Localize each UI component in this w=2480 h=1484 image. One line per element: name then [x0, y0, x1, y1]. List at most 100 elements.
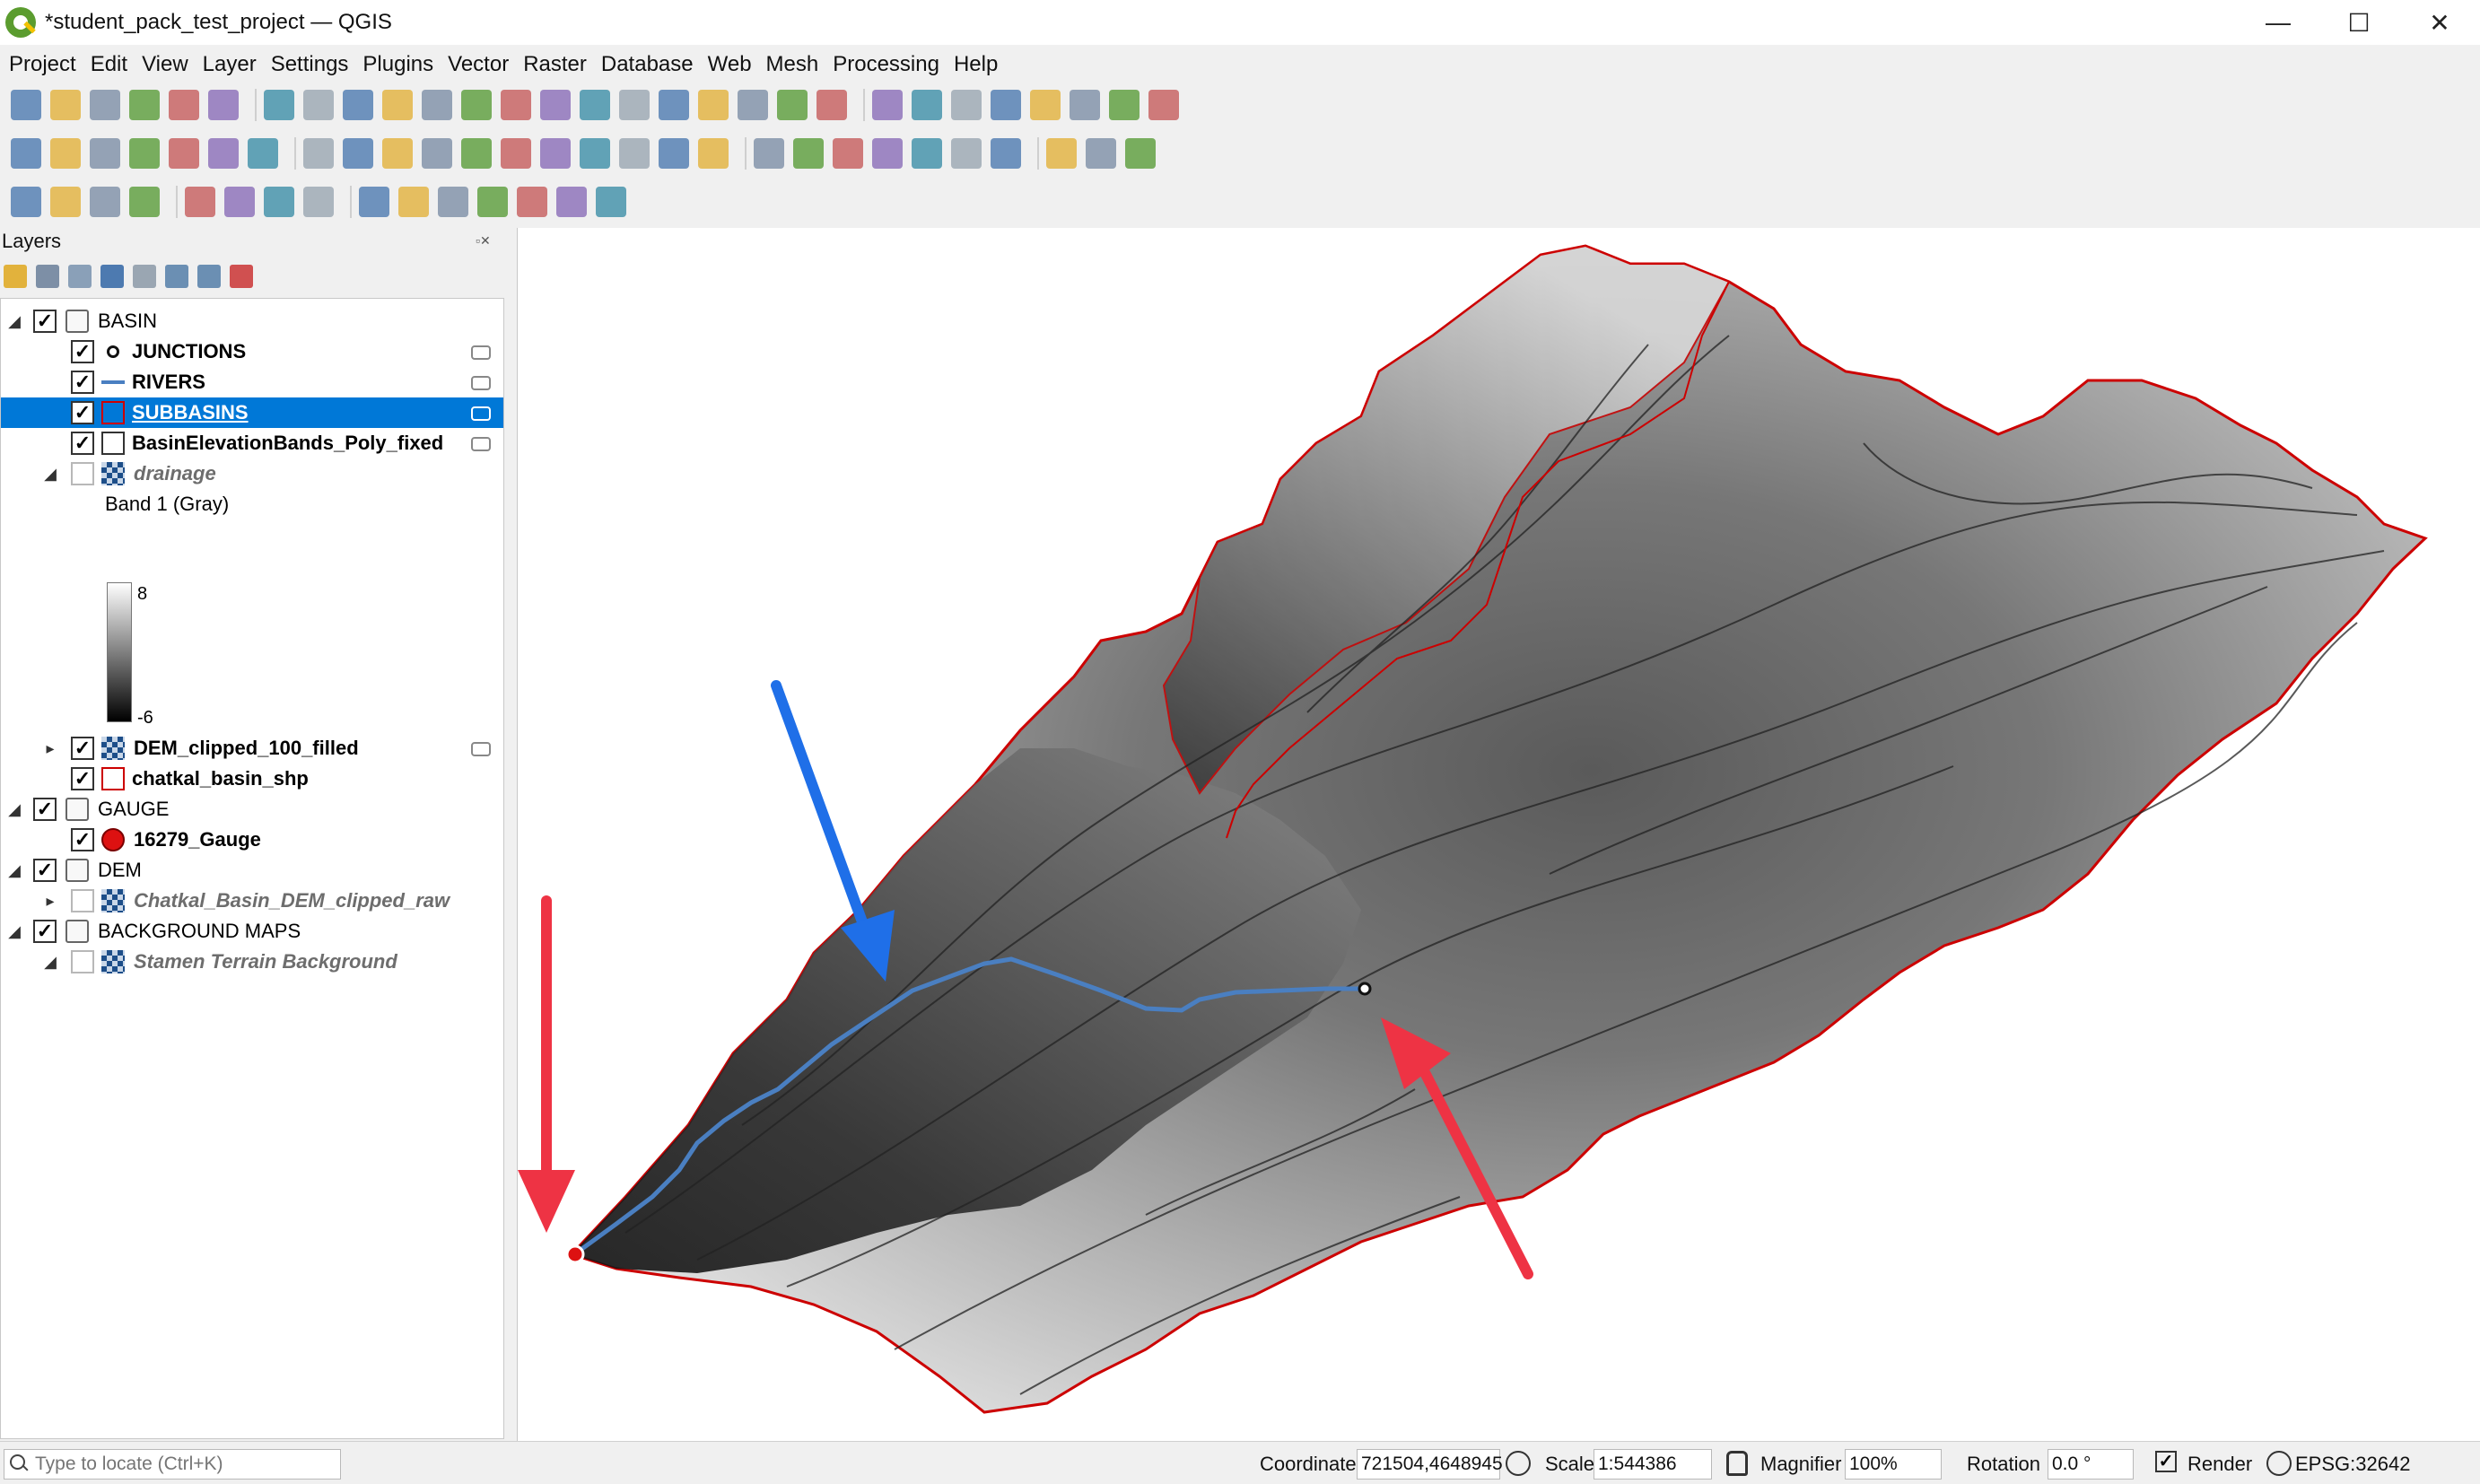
globe-icon[interactable]	[1046, 138, 1077, 169]
menu-layer[interactable]: Layer	[203, 52, 257, 77]
field-calc-icon[interactable]	[1030, 90, 1061, 120]
reshape-icon[interactable]	[303, 187, 334, 217]
collapse-arrow-icon[interactable]: ◢	[4, 922, 24, 941]
help-icon[interactable]	[1125, 138, 1156, 169]
text-tool-icon[interactable]	[596, 187, 626, 217]
new-project-icon[interactable]	[11, 90, 41, 120]
layer-drainage[interactable]: ◢ drainage	[1, 458, 503, 489]
select-freehand-icon[interactable]	[477, 187, 508, 217]
open-project-icon[interactable]	[50, 90, 81, 120]
filter-expression-icon[interactable]	[133, 265, 156, 288]
layer-checkbox[interactable]: ✓	[71, 340, 94, 363]
pan-to-selection-icon[interactable]	[303, 90, 334, 120]
layer-rivers[interactable]: ✓ RIVERS	[1, 367, 503, 397]
statistics-sum-icon[interactable]	[991, 90, 1021, 120]
layer-group-gauge[interactable]: ◢ ✓ GAUGE	[1, 794, 503, 825]
digitize-icon[interactable]	[129, 138, 160, 169]
temporal-icon[interactable]	[698, 90, 729, 120]
locator-input[interactable]	[35, 1453, 331, 1475]
map-tips-icon[interactable]	[1109, 90, 1140, 120]
undo-icon[interactable]	[659, 138, 689, 169]
add-grid-icon[interactable]	[208, 138, 239, 169]
expand-arrow-icon[interactable]: ▸	[40, 892, 60, 911]
collapse-all-icon[interactable]	[197, 265, 221, 288]
layer-chatkal-basin[interactable]: ✓ chatkal_basin_shp	[1, 764, 503, 794]
layer-checkbox[interactable]: ✓	[71, 432, 94, 455]
layer-elevation-bands[interactable]: ✓ BasinElevationBands_Poly_fixed	[1, 428, 503, 458]
collapse-arrow-icon[interactable]: ◢	[4, 800, 24, 819]
menu-database[interactable]: Database	[601, 52, 694, 77]
collapse-arrow-icon[interactable]: ◢	[4, 861, 24, 880]
add-wms-icon[interactable]	[248, 138, 278, 169]
map-canvas[interactable]	[517, 228, 2480, 1441]
menu-raster[interactable]: Raster	[523, 52, 587, 77]
layer-style-icon[interactable]	[4, 265, 27, 288]
paste-icon[interactable]	[619, 138, 650, 169]
layer-group-basin[interactable]: ◢ ✓ BASIN	[1, 306, 503, 336]
refresh-icon[interactable]	[816, 90, 847, 120]
save-as-icon[interactable]	[129, 90, 160, 120]
collapse-arrow-icon[interactable]: ◢	[40, 465, 60, 484]
layer-checkbox[interactable]: ✓	[33, 859, 57, 882]
select-polygon-icon[interactable]	[438, 187, 468, 217]
menu-mesh[interactable]: Mesh	[766, 52, 819, 77]
layer-indicator-icon[interactable]	[471, 345, 491, 360]
layer-group-dem[interactable]: ◢ ✓ DEM	[1, 855, 503, 886]
close-button[interactable]: ✕	[2399, 0, 2480, 45]
menu-plugins[interactable]: Plugins	[362, 52, 433, 77]
edit-pencil-icon[interactable]	[303, 138, 334, 169]
print-layout-icon[interactable]	[169, 90, 199, 120]
collapse-arrow-icon[interactable]: ◢	[4, 312, 24, 331]
add-vector-icon[interactable]	[50, 138, 81, 169]
new-map-view-icon[interactable]	[659, 90, 689, 120]
save-edits-icon[interactable]	[382, 138, 413, 169]
remove-layer-icon[interactable]	[230, 265, 253, 288]
menu-edit[interactable]: Edit	[91, 52, 127, 77]
add-to-selection-icon[interactable]	[129, 187, 160, 217]
menu-view[interactable]: View	[142, 52, 188, 77]
coordinate-toggle-icon[interactable]	[1506, 1451, 1531, 1476]
zoom-to-layer-icon[interactable]	[501, 90, 531, 120]
expand-arrow-icon[interactable]: ▸	[40, 739, 60, 758]
identify-icon[interactable]	[872, 90, 903, 120]
collapse-arrow-icon[interactable]: ◢	[40, 953, 60, 972]
panel-float-close-buttons[interactable]: ▫✕	[476, 233, 491, 249]
crs-label[interactable]: EPSG:32642	[2295, 1453, 2410, 1476]
minimize-button[interactable]: —	[2238, 0, 2318, 45]
messages-icon[interactable]	[2433, 1451, 2460, 1478]
menu-web[interactable]: Web	[708, 52, 752, 77]
label-pin-icon[interactable]	[793, 138, 824, 169]
manage-themes-icon[interactable]	[68, 265, 92, 288]
menu-processing[interactable]: Processing	[833, 52, 939, 77]
add-text-icon[interactable]	[556, 187, 587, 217]
layer-subbasins-selected[interactable]: ✓ SUBBASINS	[1, 397, 503, 428]
layer-checkbox[interactable]	[71, 462, 94, 485]
select-features-icon[interactable]	[11, 187, 41, 217]
menu-project[interactable]: Project	[9, 52, 76, 77]
menu-settings[interactable]: Settings	[271, 52, 349, 77]
menu-help[interactable]: Help	[954, 52, 998, 77]
zoom-to-selection-icon[interactable]	[461, 90, 492, 120]
layer-group-background[interactable]: ◢ ✓ BACKGROUND MAPS	[1, 916, 503, 947]
label-change-icon[interactable]	[951, 138, 982, 169]
layer-checkbox[interactable]	[71, 950, 94, 973]
zoom-native-icon[interactable]	[540, 90, 571, 120]
coordinate-field[interactable]: 721504,4648945	[1357, 1449, 1503, 1480]
gauge-point[interactable]	[565, 1244, 585, 1264]
maximize-button[interactable]: ☐	[2318, 0, 2399, 45]
add-group-icon[interactable]	[36, 265, 59, 288]
label-show-icon[interactable]	[833, 138, 863, 169]
layer-stamen-terrain[interactable]: ◢ Stamen Terrain Background	[1, 947, 503, 977]
label-rotate-icon[interactable]	[912, 138, 942, 169]
copy-icon[interactable]	[580, 138, 610, 169]
edit-attr-icon[interactable]	[185, 187, 215, 217]
bookmark-icon[interactable]	[738, 90, 768, 120]
delete-icon[interactable]	[501, 138, 531, 169]
layer-order-icon[interactable]	[169, 138, 199, 169]
layer-checkbox[interactable]	[71, 889, 94, 912]
attribute-table-icon[interactable]	[912, 90, 942, 120]
zoom-next-icon[interactable]	[619, 90, 650, 120]
measure-icon[interactable]	[1070, 90, 1100, 120]
layer-checkbox[interactable]: ✓	[33, 310, 57, 333]
layer-indicator-icon[interactable]	[471, 406, 491, 421]
